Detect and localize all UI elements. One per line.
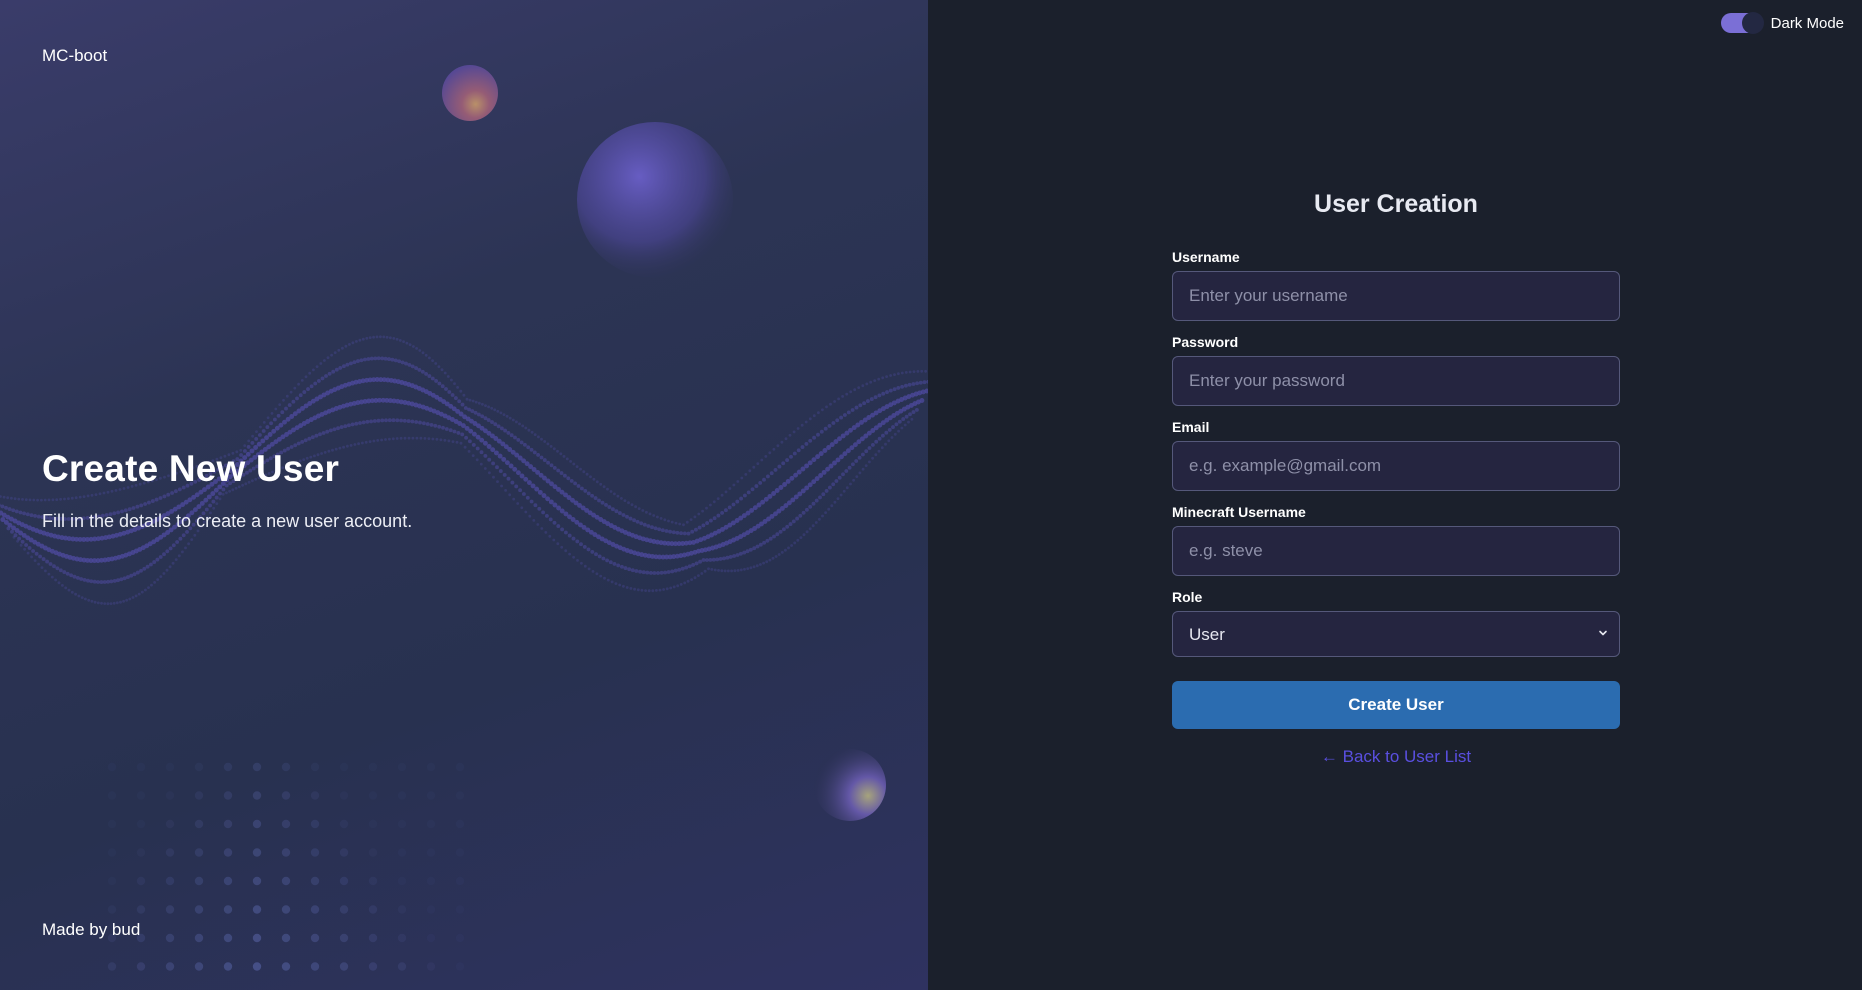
role-select-value: User [1189,625,1225,644]
email-label: Email [1172,419,1210,435]
password-input[interactable] [1172,356,1620,406]
username-field-group: Username [1172,249,1620,321]
hero-subtitle: Fill in the details to create a new user… [42,511,413,531]
page: MC-boot Create New User Fill in the deta… [0,0,1862,990]
brand-name: MC-boot [42,46,108,65]
password-field-group: Password [1172,334,1620,406]
password-label: Password [1172,334,1239,350]
minecraft-username-label: Minecraft Username [1172,504,1306,520]
dark-mode-label: Dark Mode [1770,14,1844,32]
back-to-user-list-link[interactable]: ← Back to User List [1172,747,1620,767]
user-creation-form: User Creation Username Password Email Mi… [1172,190,1620,767]
minecraft-username-input[interactable] [1172,526,1620,576]
toggle-knob [1741,12,1764,34]
form-panel: Dark Mode User Creation Username Passwor… [928,0,1862,990]
email-input[interactable] [1172,441,1620,491]
dark-mode-toggle[interactable]: Dark Mode [1720,12,1844,34]
role-select[interactable]: User [1172,611,1620,657]
role-field-group: Role User [1172,589,1620,657]
chevron-down-icon [1599,630,1607,636]
create-user-button[interactable]: Create User [1172,681,1620,729]
email-field-group: Email [1172,419,1620,491]
hero-panel: MC-boot Create New User Fill in the deta… [0,0,928,990]
minecraft-username-field-group: Minecraft Username [1172,504,1620,576]
toggle-track[interactable] [1720,12,1764,34]
decorative-background-art [0,65,928,971]
username-label: Username [1172,249,1240,265]
username-input[interactable] [1172,271,1620,321]
role-label: Role [1172,589,1203,605]
form-title: User Creation [1314,190,1478,218]
hero-title: Create New User [42,448,340,489]
footer-credit: Made by bud [42,920,141,939]
